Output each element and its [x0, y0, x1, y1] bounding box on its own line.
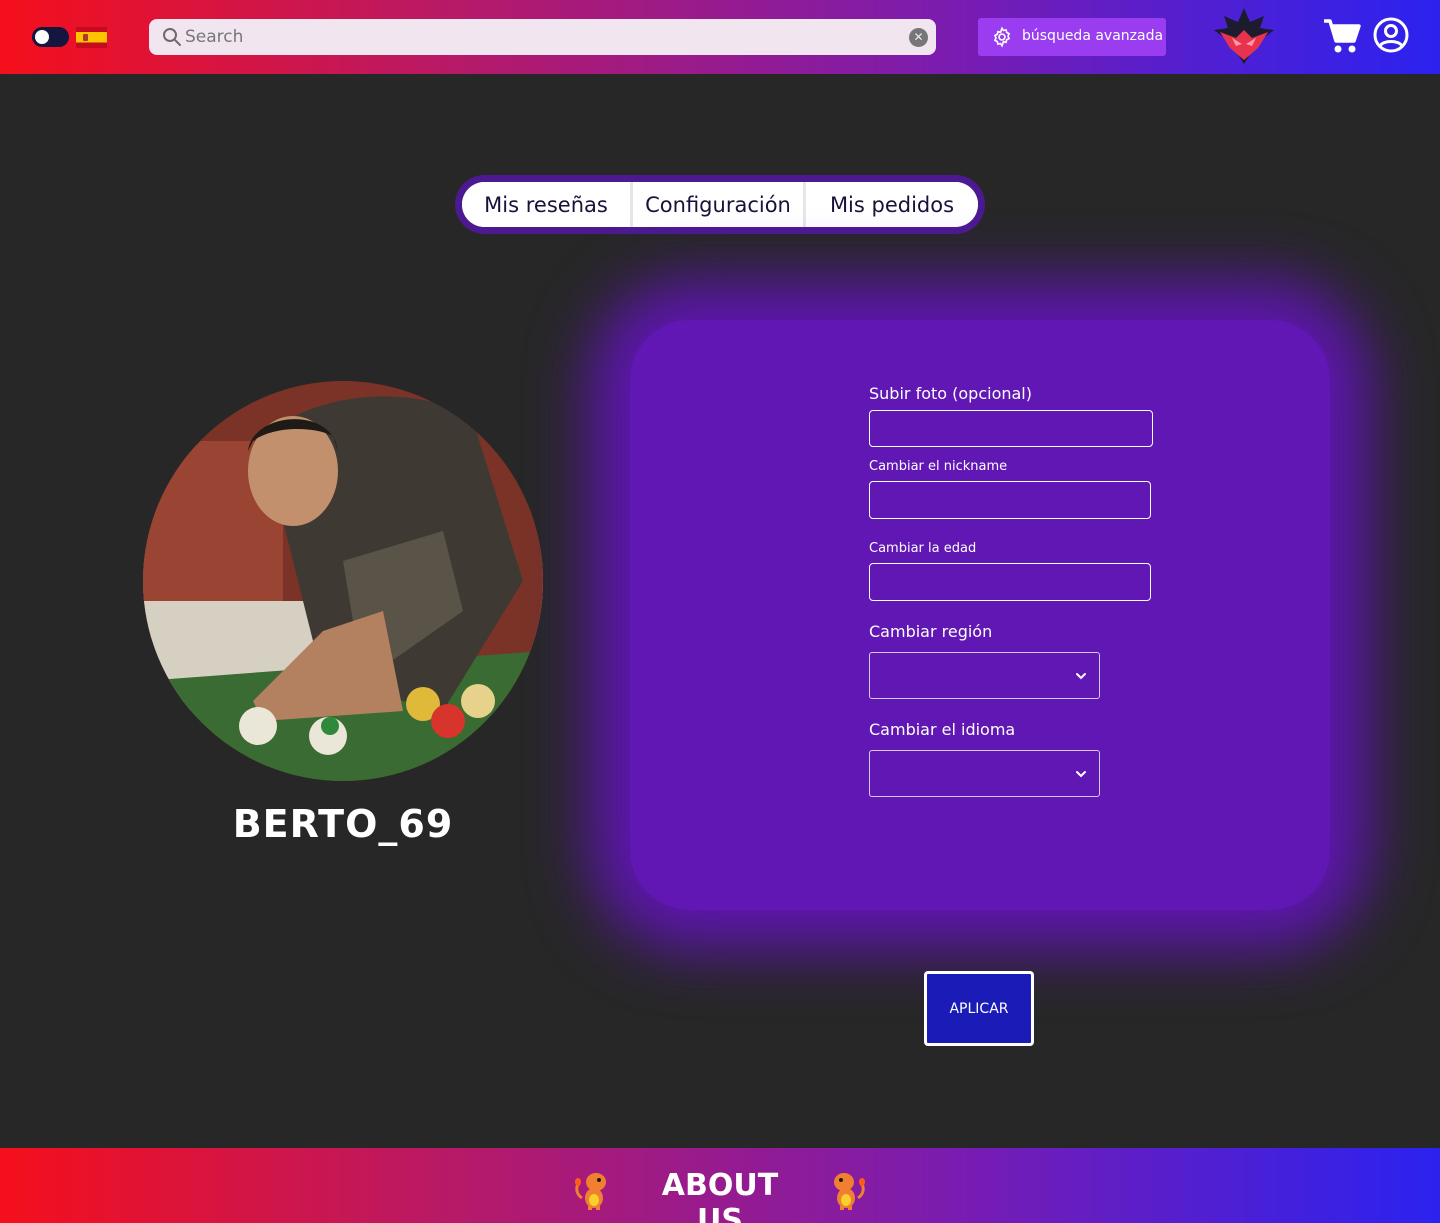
language-label: Cambiar el idioma: [869, 720, 1016, 739]
search-bar: ✕: [149, 19, 936, 55]
toggle-knob: [35, 30, 49, 44]
footer-bar: ABOUT US: [0, 1148, 1440, 1223]
nickname-field[interactable]: [869, 481, 1151, 519]
tabs-inner: Mis reseñas Configuración Mis pedidos: [462, 182, 978, 227]
photo-upload-label: Subir foto (opcional): [869, 384, 1032, 403]
about-us-link[interactable]: ABOUT US: [640, 1168, 800, 1223]
chevron-down-icon: [1076, 672, 1086, 679]
brand-logo-icon[interactable]: [1214, 8, 1274, 66]
cart-icon[interactable]: [1322, 16, 1362, 56]
nickname-label: Cambiar el nickname: [869, 459, 1008, 474]
spain-flag-icon[interactable]: [76, 27, 107, 48]
theme-toggle[interactable]: [32, 27, 69, 47]
photo-upload-field[interactable]: [869, 410, 1153, 447]
avatar-photo: [143, 381, 543, 781]
search-icon: [163, 28, 181, 46]
profile-tabs: Mis reseñas Configuración Mis pedidos: [455, 175, 985, 234]
advanced-search-label: búsqueda avanzada: [1022, 28, 1164, 44]
search-input[interactable]: [185, 23, 885, 51]
top-bar: ✕ búsqueda avanzada: [0, 0, 1440, 74]
clear-search-icon[interactable]: ✕: [909, 28, 928, 47]
region-label: Cambiar región: [869, 622, 993, 641]
profile-nickname: BERTO_69: [232, 802, 454, 846]
age-field[interactable]: [869, 563, 1151, 601]
user-profile-icon[interactable]: [1372, 16, 1410, 54]
apply-button[interactable]: APLICAR: [924, 971, 1034, 1046]
charmander-icon: [575, 1173, 606, 1210]
charmander-icon: [834, 1173, 865, 1210]
tab-mis-resenas[interactable]: Mis reseñas: [462, 182, 630, 227]
gear-icon: [993, 26, 1011, 48]
flag-crest: [83, 34, 88, 41]
language-select[interactable]: [869, 750, 1100, 797]
age-label: Cambiar la edad: [869, 541, 977, 556]
avatar: [143, 381, 543, 781]
chevron-down-icon: [1076, 770, 1086, 777]
settings-panel: [630, 320, 1330, 910]
tab-configuracion[interactable]: Configuración: [630, 182, 806, 227]
region-select[interactable]: [869, 652, 1100, 699]
tab-mis-pedidos[interactable]: Mis pedidos: [806, 182, 978, 227]
advanced-search-button[interactable]: búsqueda avanzada: [978, 18, 1166, 56]
